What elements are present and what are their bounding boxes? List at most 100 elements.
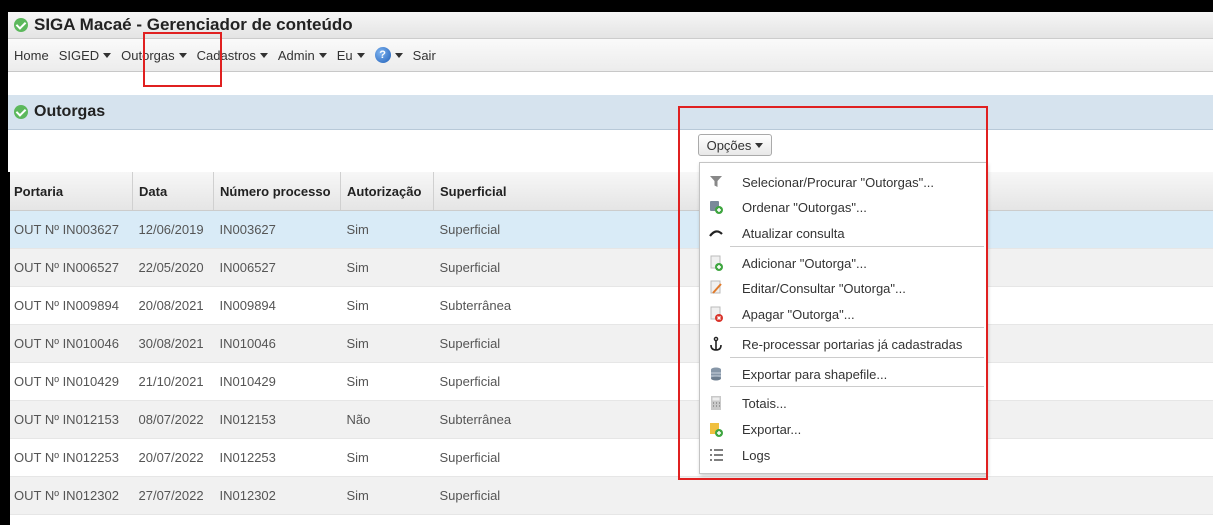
options-menu-item[interactable]: Logs xyxy=(700,444,986,466)
export-icon xyxy=(708,421,724,437)
menu-home[interactable]: Home xyxy=(8,44,54,66)
filter-icon xyxy=(708,174,724,190)
menu-outorgas[interactable]: Outorgas xyxy=(116,44,191,66)
table-cell: OUT Nº IN012153 xyxy=(8,400,133,439)
menu-eu[interactable]: Eu xyxy=(332,44,370,66)
calculator-icon xyxy=(708,395,724,411)
menu-eu-label: Eu xyxy=(336,47,353,63)
table-cell: Sim xyxy=(340,438,434,477)
table-cell: OUT Nº IN009894 xyxy=(8,286,133,325)
options-menu-item[interactable]: Atualizar consulta xyxy=(700,222,986,244)
table-cell: Superficial xyxy=(433,476,1213,515)
table-cell: OUT Nº IN010046 xyxy=(8,324,133,363)
app-title: SIGA Macaé - Gerenciador de conteúdo xyxy=(34,15,353,34)
table-row[interactable]: OUT Nº IN009894 20/08/2021 IN009894 Sim Subt… xyxy=(8,286,1213,325)
menu-cadastros-label: Cadastros xyxy=(196,47,256,63)
options-menu-item[interactable]: Adicionar "Outorga"... xyxy=(700,252,986,274)
table-row[interactable]: OUT Nº IN012253 20/07/2022 IN012253 Sim Supe… xyxy=(8,438,1213,477)
options-menu-item[interactable]: Ordenar "Outorgas"... xyxy=(700,196,986,218)
table-cell: IN010429 xyxy=(213,362,341,401)
options-menu-item-label: Exportar para shapefile... xyxy=(742,366,888,382)
database-icon xyxy=(708,366,724,382)
table-row[interactable]: OUT Nº IN003627 12/06/2019 IN003627 Sim Supe… xyxy=(8,210,1213,249)
options-menu-item[interactable]: Exportar para shapefile... xyxy=(700,363,986,385)
caret-down-icon xyxy=(755,142,764,148)
check-icon xyxy=(14,105,28,119)
table-cell: 21/10/2021 xyxy=(132,362,214,401)
table-cell: IN009894 xyxy=(213,286,341,325)
edit-icon xyxy=(708,280,724,296)
panel-title: Outorgas xyxy=(34,103,106,120)
table-cell: 30/08/2021 xyxy=(132,324,214,363)
options-menu-item-label: Exportar... xyxy=(742,421,802,437)
delete-icon xyxy=(708,306,724,322)
options-menu-item-label: Atualizar consulta xyxy=(742,225,845,241)
table-cell: Não xyxy=(340,400,434,439)
table-row[interactable]: OUT Nº IN012302 27/07/2022 IN012302 Sim Supe… xyxy=(8,476,1213,515)
menu-bar: Home SIGED Outorgas Cadastros Admin Eu ?… xyxy=(8,39,1213,72)
options-menu-item[interactable]: Selecionar/Procurar "Outorgas"... xyxy=(700,171,986,193)
menu-separator xyxy=(730,246,984,247)
sort-icon xyxy=(708,199,724,215)
options-menu-item-label: Re-processar portarias já cadastradas xyxy=(742,336,963,352)
table-cell: IN010046 xyxy=(213,324,341,363)
column-header-data[interactable]: Data xyxy=(132,172,214,211)
caret-down-icon xyxy=(103,52,112,58)
table-cell: IN012302 xyxy=(213,476,341,515)
options-menu-item[interactable]: Totais... xyxy=(700,392,986,414)
table-cell: OUT Nº IN003627 xyxy=(8,210,133,249)
table-row[interactable]: OUT Nº IN012153 08/07/2022 IN012153 Não Subt… xyxy=(8,400,1213,439)
title-bar: SIGA Macaé - Gerenciador de conteúdo xyxy=(8,12,1213,39)
column-header-numero-processo[interactable]: Número processo xyxy=(213,172,341,211)
table-cell: IN006527 xyxy=(213,248,341,287)
table-cell: IN012153 xyxy=(213,400,341,439)
options-button-label: Opções xyxy=(706,137,752,153)
menu-cadastros[interactable]: Cadastros xyxy=(192,44,273,66)
options-menu-item[interactable]: Re-processar portarias já cadastradas xyxy=(700,333,986,355)
column-header-portaria[interactable]: Portaria xyxy=(8,172,133,211)
table-cell: 22/05/2020 xyxy=(132,248,214,287)
table-row[interactable]: OUT Nº IN006527 22/05/2020 IN006527 Sim Supe… xyxy=(8,248,1213,287)
help-icon: ? xyxy=(374,47,391,63)
table-cell: IN012253 xyxy=(213,438,341,477)
table-cell: OUT Nº IN006527 xyxy=(8,248,133,287)
options-menu-item-label: Totais... xyxy=(742,395,787,411)
table-cell: Sim xyxy=(340,324,434,363)
options-menu-item[interactable]: Exportar... xyxy=(700,418,986,440)
table-cell: Sim xyxy=(340,476,434,515)
caret-down-icon xyxy=(178,52,187,58)
caret-down-icon xyxy=(356,52,365,58)
column-header-autorizacao[interactable]: Autorização xyxy=(340,172,434,211)
options-menu-item[interactable]: Apagar "Outorga"... xyxy=(700,303,986,325)
add-icon xyxy=(708,255,724,271)
menu-admin-label: Admin xyxy=(277,47,315,63)
menu-home-label: Home xyxy=(14,47,49,63)
menu-separator xyxy=(730,327,984,328)
options-menu-item-label: Selecionar/Procurar "Outorgas"... xyxy=(742,174,935,190)
options-menu-item[interactable]: Editar/Consultar "Outorga"... xyxy=(700,277,986,299)
app-window: SIGA Macaé - Gerenciador de conteúdo Hom… xyxy=(8,12,1213,525)
table-row[interactable]: OUT Nº IN010046 30/08/2021 IN010046 Sim Supe… xyxy=(8,324,1213,363)
menu-help[interactable]: ? xyxy=(370,44,408,66)
menu-admin[interactable]: Admin xyxy=(273,44,332,66)
menu-siged[interactable]: SIGED xyxy=(54,44,116,66)
table-cell: Sim xyxy=(340,362,434,401)
caret-down-icon xyxy=(259,52,268,58)
caret-down-icon xyxy=(318,52,327,58)
window-edge xyxy=(8,172,10,525)
options-menu-item-label: Ordenar "Outorgas"... xyxy=(742,199,867,215)
options-button[interactable]: Opções xyxy=(698,134,772,156)
table-row[interactable]: OUT Nº IN010429 21/10/2021 IN010429 Sim Supe… xyxy=(8,362,1213,401)
caret-down-icon xyxy=(394,52,403,58)
table-cell: Sim xyxy=(340,286,434,325)
table-cell: OUT Nº IN010429 xyxy=(8,362,133,401)
outorgas-table: Portaria Data Número processo Autorizaçã… xyxy=(8,172,1213,515)
menu-sair-label: Sair xyxy=(412,47,436,63)
table-cell: 20/08/2021 xyxy=(132,286,214,325)
anchor-icon xyxy=(708,336,724,352)
check-icon xyxy=(14,18,28,32)
table-cell: Sim xyxy=(340,210,434,249)
menu-sair[interactable]: Sair xyxy=(408,44,441,66)
table-cell: 12/06/2019 xyxy=(132,210,214,249)
panel-header: Outorgas xyxy=(8,95,1213,130)
